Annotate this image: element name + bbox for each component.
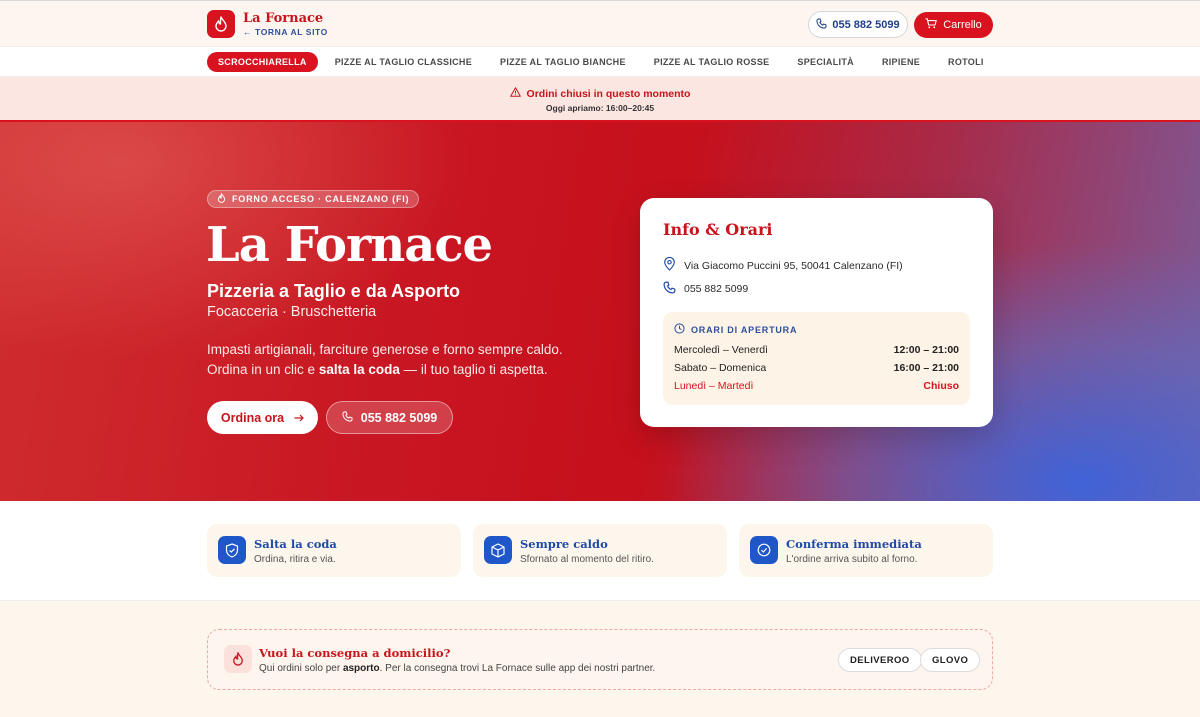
category-list: SCROCCHIARELLA PIZZE AL TAGLIO CLASSICHE P…	[207, 52, 1007, 72]
address-row: Via Giacomo Puccini 95, 50041 Calenzano …	[663, 256, 903, 274]
feature-desc: Ordina, ritira e via.	[254, 554, 336, 565]
hero-section: FORNO ACCESO · CALENZANO (FI) La Fornace…	[0, 122, 1200, 501]
feature-card: Sempre caldo Sfornato al momento del rit…	[473, 524, 727, 577]
address-text: Via Giacomo Puccini 95, 50041 Calenzano …	[684, 259, 903, 272]
phone-text: 055 882 5099	[684, 283, 749, 295]
info-title: Info & Orari	[663, 220, 773, 239]
category-tab[interactable]: SCROCCHIARELLA	[207, 52, 318, 72]
arrow-right-icon	[294, 411, 304, 425]
back-to-site-link[interactable]: ← TORNA AL SITO	[243, 27, 328, 38]
info-hours-card: Info & Orari Via Giacomo Puccini 95, 500…	[640, 198, 993, 427]
flame-icon	[224, 645, 252, 673]
category-tab[interactable]: SPECIALITÀ	[783, 52, 868, 72]
hours-title: ORARI DI APERTURA	[691, 324, 798, 335]
cart-button[interactable]: Carrello	[914, 12, 993, 38]
hours-row: Sabato – Domenica 16:00 – 21:00	[674, 362, 959, 374]
delivery-title: Vuoi la consegna a domicilio?	[259, 646, 451, 660]
feature-title: Salta la coda	[254, 537, 337, 551]
top-header: La Fornace ← TORNA AL SITO 055 882 5099 …	[0, 0, 1200, 47]
check-circle-icon	[750, 536, 778, 564]
map-pin-icon	[663, 256, 676, 274]
phone-icon	[342, 410, 353, 425]
delivery-section: Vuoi la consegna a domicilio? Qui ordini…	[0, 601, 1200, 717]
deliveroo-button[interactable]: DELIVEROO	[838, 648, 922, 672]
opening-today-text: Oggi apriamo: 16:00–20:45	[545, 103, 655, 113]
phone-icon	[816, 17, 827, 32]
delivery-text-post: . Per la consegna trovi La Fornace sulle…	[379, 663, 656, 674]
feature-title: Sempre caldo	[520, 537, 608, 551]
category-tab[interactable]: PIZZE AL TAGLIO BIANCHE	[486, 52, 640, 72]
category-tab[interactable]: CALZONI	[998, 52, 1007, 72]
warning-icon	[509, 87, 521, 100]
hero-desc-highlight: salta la coda	[318, 362, 400, 377]
hours-days: Mercoledì – Venerdì	[674, 344, 768, 356]
hours-time: 12:00 – 21:00	[893, 344, 959, 356]
hero-desc-line1: Impasti artigianali, farciture generose …	[207, 342, 563, 357]
feature-title: Conferma immediata	[786, 537, 922, 551]
hero-title: La Fornace	[206, 217, 493, 273]
box-icon	[484, 536, 512, 564]
order-now-button[interactable]: Ordina ora	[207, 401, 318, 434]
hours-time: 16:00 – 21:00	[893, 362, 959, 374]
closed-title: Ordini chiusi in questo momento	[526, 87, 691, 100]
category-tab[interactable]: RIPIENE	[868, 52, 934, 72]
feature-card: Salta la coda Ordina, ritira e via.	[207, 524, 461, 577]
brand-name: La Fornace	[243, 10, 324, 26]
features-section: Salta la coda Ordina, ritira e via. Semp…	[0, 501, 1200, 601]
phone-icon	[663, 281, 676, 297]
delivery-callout: Vuoi la consegna a domicilio? Qui ordini…	[207, 629, 993, 690]
call-button-label: 055 882 5099	[360, 410, 438, 425]
feature-desc: L'ordine arriva subito al forno.	[786, 554, 918, 565]
header-phone-button[interactable]: 055 882 5099	[808, 11, 908, 38]
category-tab[interactable]: PIZZE AL TAGLIO ROSSE	[640, 52, 784, 72]
delivery-text: Qui ordini solo per asporto. Per la cons…	[259, 663, 655, 674]
delivery-text-bold: asporto	[342, 663, 380, 674]
flame-logo-icon	[207, 10, 235, 38]
phone-row[interactable]: 055 882 5099	[663, 281, 748, 297]
opening-hours-box: ORARI DI APERTURA Mercoledì – Venerdì 12…	[663, 312, 970, 405]
hero-description: Impasti artigianali, farciture generose …	[207, 340, 607, 380]
cart-label: Carrello	[943, 19, 982, 31]
flame-icon	[217, 191, 226, 205]
order-now-label: Ordina ora	[220, 410, 285, 425]
header-phone-number: 055 882 5099	[832, 18, 900, 31]
shield-check-icon	[218, 536, 246, 564]
category-tab[interactable]: PIZZE AL TAGLIO CLASSICHE	[321, 52, 486, 72]
clock-icon	[674, 323, 685, 336]
category-nav: SCROCCHIARELLA PIZZE AL TAGLIO CLASSICHE P…	[0, 47, 1200, 77]
hero-subtitle: Pizzeria a Taglio e da Asporto	[207, 281, 461, 301]
hours-days: Lunedì – Martedì	[674, 380, 754, 392]
hero-subtitle-secondary: Focacceria · Bruschetteria	[207, 304, 377, 320]
oven-status-text: FORNO ACCESO · CALENZANO (FI)	[232, 194, 410, 204]
brand-home-link[interactable]: La Fornace ← TORNA AL SITO	[207, 10, 328, 38]
category-tab[interactable]: ROTOLI	[934, 52, 998, 72]
hours-row: Mercoledì – Venerdì 12:00 – 21:00	[674, 344, 959, 356]
orders-closed-banner: Ordini chiusi in questo momento Oggi apr…	[0, 77, 1200, 122]
feature-desc: Sfornato al momento del ritiro.	[520, 554, 654, 565]
delivery-text-pre: Qui ordini solo per	[259, 663, 343, 674]
hours-row-closed: Lunedì – Martedì Chiuso	[674, 380, 959, 392]
hours-time: Chiuso	[923, 380, 959, 392]
call-button[interactable]: 055 882 5099	[326, 401, 453, 434]
hero-desc-line2-post: — il tuo taglio ti aspetta.	[399, 362, 548, 377]
cart-icon	[925, 18, 938, 32]
hours-days: Sabato – Domenica	[674, 362, 767, 374]
hero-desc-line2-pre: Ordina in un clic e	[207, 362, 319, 377]
oven-status-badge: FORNO ACCESO · CALENZANO (FI)	[207, 190, 420, 208]
feature-card: Conferma immediata L'ordine arriva subit…	[739, 524, 993, 577]
glovo-button[interactable]: GLOVO	[920, 648, 981, 672]
